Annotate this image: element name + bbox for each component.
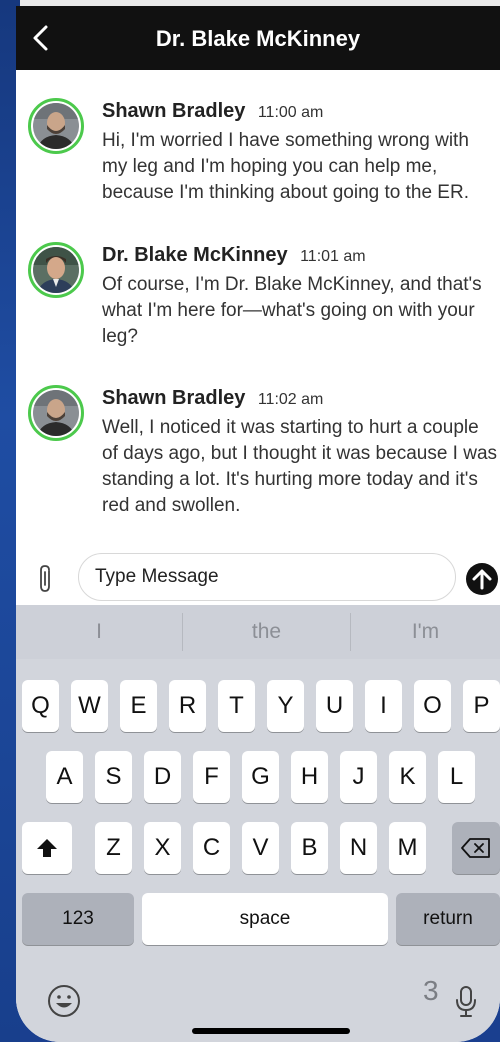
message-input[interactable] — [78, 553, 456, 601]
emoji-button[interactable] — [46, 983, 82, 1019]
key-h[interactable]: H — [291, 751, 328, 803]
message-text: Of course, I'm Dr. Blake McKinney, and t… — [102, 274, 482, 347]
key-x[interactable]: X — [144, 822, 181, 874]
sender-name: Dr. Blake McKinney — [102, 244, 288, 266]
avatar-photo — [33, 390, 79, 436]
key-d[interactable]: D — [144, 751, 181, 803]
return-key[interactable]: return — [396, 893, 500, 945]
dictation-button[interactable] — [454, 985, 478, 1019]
key-s[interactable]: S — [95, 751, 132, 803]
key-k[interactable]: K — [389, 751, 426, 803]
key-z[interactable]: Z — [95, 822, 132, 874]
attach-button[interactable] — [36, 563, 56, 595]
backspace-icon — [461, 838, 490, 858]
avatar-photo — [33, 103, 79, 149]
paperclip-icon — [40, 565, 50, 592]
space-key[interactable]: space — [142, 893, 388, 945]
chat-title: Dr. Blake McKinney — [155, 26, 361, 51]
key-b[interactable]: B — [291, 822, 328, 874]
key-g[interactable]: G — [242, 751, 279, 803]
message-time: 11:01 am — [300, 248, 366, 265]
sender-name: Shawn Bradley — [102, 100, 246, 122]
key-p[interactable]: P — [463, 680, 500, 732]
key-l[interactable]: L — [438, 751, 475, 803]
key-t[interactable]: T — [218, 680, 255, 732]
arrow-up-circle-icon — [466, 563, 498, 595]
keyboard: I the I'm Q W E R T Y U I O P A S D F G … — [16, 605, 500, 1042]
key-r[interactable]: R — [169, 680, 206, 732]
key-i[interactable]: I — [365, 680, 402, 732]
key-w[interactable]: W — [71, 680, 108, 732]
message-text: Hi, I'm worried I have something wrong w… — [102, 130, 469, 203]
suggestion-2[interactable]: the — [183, 605, 350, 659]
home-indicator[interactable] — [192, 1028, 350, 1034]
key-a[interactable]: A — [46, 751, 83, 803]
suggestion-bar: I the I'm — [16, 605, 500, 659]
key-n[interactable]: N — [340, 822, 377, 874]
message-composer — [16, 551, 500, 605]
sender-name: Shawn Bradley — [102, 387, 246, 409]
key-y[interactable]: Y — [267, 680, 304, 732]
shift-icon — [37, 839, 57, 857]
message-header: Shawn Bradley 11:00 am — [102, 100, 323, 123]
key-o[interactable]: O — [414, 680, 451, 732]
avatar[interactable] — [28, 385, 84, 441]
message-text: Well, I noticed it was starting to hurt … — [102, 417, 498, 516]
key-q[interactable]: Q — [22, 680, 59, 732]
suggestion-3[interactable]: I'm — [351, 605, 500, 659]
microphone-icon — [456, 986, 476, 1017]
phone-screen: Dr. Blake McKinney Shawn Bradley 11:00 a… — [16, 6, 500, 1042]
shift-key[interactable] — [22, 822, 72, 874]
delete-key[interactable] — [452, 822, 500, 874]
avatar[interactable] — [28, 242, 84, 298]
chat-header: Dr. Blake McKinney — [16, 6, 500, 70]
message-header: Dr. Blake McKinney 11:01 am — [102, 244, 366, 267]
avatar-photo — [33, 247, 79, 293]
suggestion-1[interactable]: I — [16, 605, 182, 659]
key-e[interactable]: E — [120, 680, 157, 732]
numbers-key[interactable]: 123 — [22, 893, 134, 945]
emoji-icon — [48, 985, 80, 1017]
key-v[interactable]: V — [242, 822, 279, 874]
send-button[interactable] — [466, 563, 498, 595]
key-m[interactable]: M — [389, 822, 426, 874]
message-header: Shawn Bradley 11:02 am — [102, 387, 323, 410]
key-c[interactable]: C — [193, 822, 230, 874]
key-j[interactable]: J — [340, 751, 377, 803]
message-time: 11:02 am — [257, 391, 324, 408]
key-u[interactable]: U — [316, 680, 353, 732]
number-hint: 3 — [423, 975, 439, 1006]
avatar[interactable] — [28, 98, 84, 154]
message-list[interactable]: Shawn Bradley 11:00 am Hi, I'm worried I… — [16, 70, 500, 550]
key-f[interactable]: F — [193, 751, 230, 803]
message-time: 11:00 am — [257, 104, 324, 121]
